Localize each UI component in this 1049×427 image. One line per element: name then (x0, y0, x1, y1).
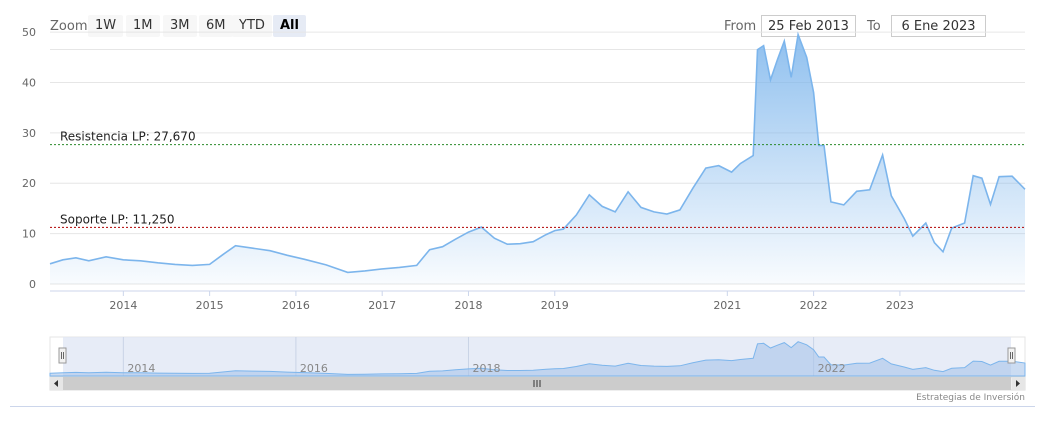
y-axis-labels: 0 10 20 30 40 50 (22, 26, 36, 291)
y-tick-label: 20 (22, 177, 36, 190)
x-tick-label: 2018 (454, 299, 482, 312)
scroll-right-arrow-icon[interactable] (1012, 377, 1025, 390)
resistance-label: Resistencia LP: 27,670 (60, 130, 196, 144)
x-axis-labels: 2014 2015 2016 2017 2018 2019 2021 2022 2023 (109, 291, 914, 312)
x-tick-label: 2017 (368, 299, 396, 312)
navigator-label: 2018 (472, 362, 500, 375)
y-tick-label: 50 (22, 26, 36, 39)
x-tick-label: 2023 (886, 299, 914, 312)
navigator-left-handle[interactable] (58, 347, 67, 364)
y-tick-label: 10 (22, 228, 36, 241)
credits-label[interactable]: Estrategias de Inversión (916, 393, 1025, 403)
x-tick-label: 2016 (282, 299, 310, 312)
x-tick-label: 2019 (541, 299, 569, 312)
y-tick-label: 0 (29, 278, 36, 291)
price-area (50, 34, 1025, 284)
bottom-divider (10, 406, 1035, 407)
y-tick-label: 30 (22, 127, 36, 140)
x-tick-label: 2014 (109, 299, 137, 312)
support-label: Soporte LP: 11,250 (60, 212, 175, 226)
navigator-label: 2014 (127, 362, 155, 375)
scroll-left-arrow-icon[interactable] (50, 377, 63, 390)
navigator-label: 2016 (300, 362, 328, 375)
navigator-right-handle[interactable] (1007, 347, 1016, 364)
x-tick-label: 2021 (713, 299, 741, 312)
x-tick-label: 2022 (800, 299, 828, 312)
navigator-label: 2022 (818, 362, 846, 375)
x-tick-label: 2015 (196, 299, 224, 312)
price-chart: 0 10 20 30 40 50 Resistencia LP: 27,670 Sopor… (22, 26, 1026, 391)
y-tick-label: 40 (22, 76, 36, 89)
